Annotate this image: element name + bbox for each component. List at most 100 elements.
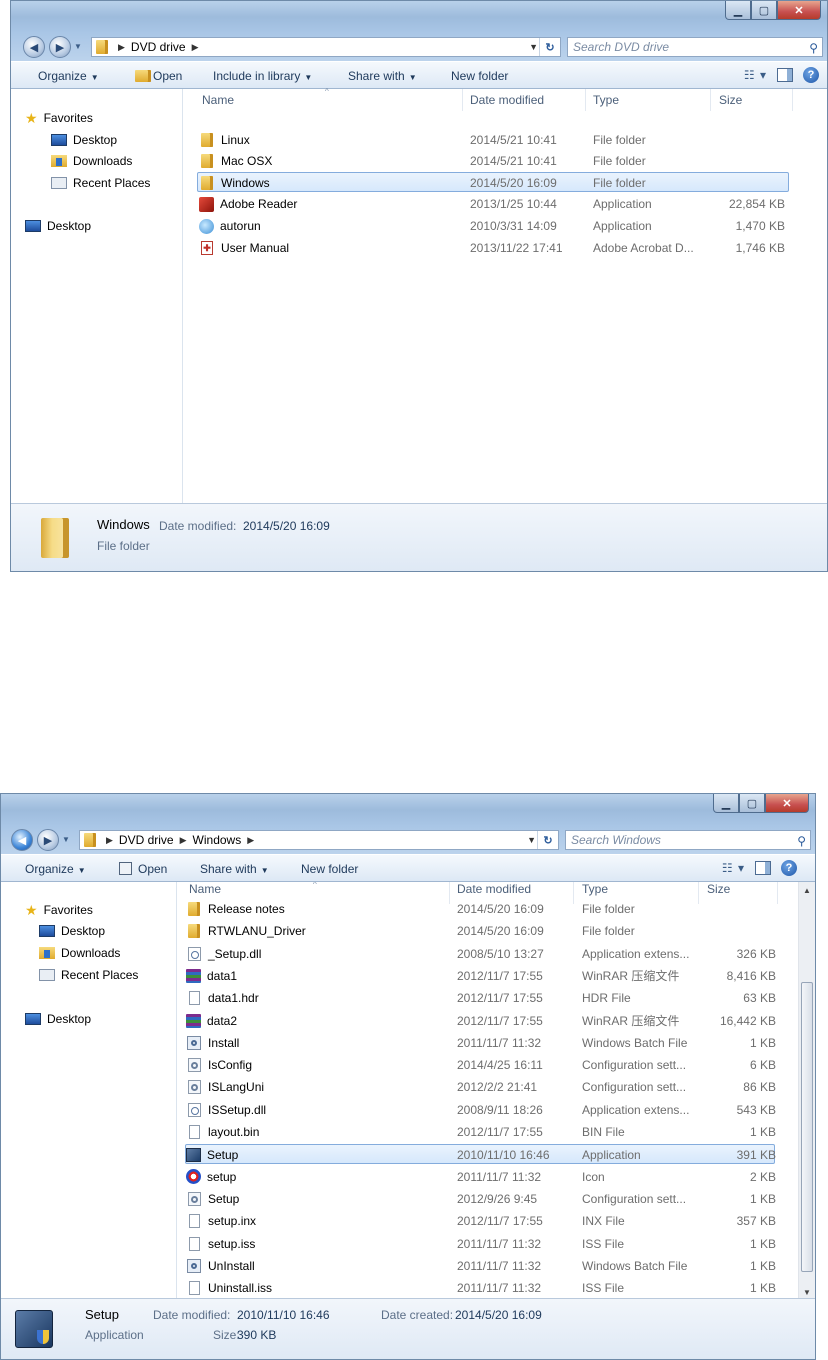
breadcrumb-dvd-drive[interactable]: DVD drive — [119, 833, 174, 847]
organize-button[interactable]: Organize ▼ — [38, 69, 99, 83]
file-row[interactable]: ISLangUni 2012/2/2 21:41 Configuration set… — [186, 1077, 776, 1097]
new-folder-button[interactable]: New folder — [301, 862, 358, 876]
title-bar[interactable]: ▁ ▢ ✕ — [11, 1, 827, 33]
organize-button[interactable]: Organize ▼ — [25, 862, 86, 876]
nav-downloads[interactable]: Downloads — [39, 944, 120, 962]
close-button[interactable]: ✕ — [765, 794, 809, 813]
scrollbar-thumb[interactable] — [801, 982, 813, 1272]
file-row[interactable]: data1 2012/11/7 17:55 WinRAR 压缩文件 8,416 KB — [186, 966, 776, 986]
preview-pane-icon[interactable] — [777, 68, 793, 82]
file-row[interactable]: ISSetup.dll 2008/9/11 18:26 Application ex… — [186, 1100, 776, 1120]
vertical-scrollbar[interactable]: ▲ ▼ — [798, 882, 815, 1300]
back-button[interactable]: ◀ — [23, 36, 45, 58]
search-icon[interactable]: ⚲ — [809, 39, 818, 57]
breadcrumb-windows[interactable]: Windows — [193, 833, 242, 847]
recent-pages-chevron-icon[interactable]: ▼ — [74, 42, 82, 51]
file-row[interactable]: UnInstall 2011/11/7 11:32 Windows Batch Fi… — [186, 1256, 776, 1276]
nav-recent-places[interactable]: Recent Places — [51, 174, 150, 192]
breadcrumb-separator-icon[interactable]: ▶ — [106, 835, 113, 846]
column-header-name[interactable]: Name — [202, 89, 234, 111]
file-row[interactable]: layout.bin 2012/11/7 17:55 BIN File 1 KB — [186, 1122, 776, 1142]
column-header-type[interactable]: Type — [582, 882, 608, 900]
file-row-autorun[interactable]: autorun 2010/3/31 14:09 Application 1,47… — [199, 216, 789, 236]
nav-downloads[interactable]: Downloads — [51, 152, 132, 170]
column-divider[interactable] — [777, 882, 778, 904]
file-row-mac-osx[interactable]: Mac OSX 2014/5/21 10:41 File folder — [199, 151, 789, 171]
file-row[interactable]: Release notes 2014/5/20 16:09 File folder — [186, 899, 776, 919]
file-row[interactable]: Install 2011/11/7 11:32 Windows Batch File… — [186, 1033, 776, 1053]
share-with-label: Share with — [200, 862, 257, 876]
preview-pane-icon[interactable] — [755, 861, 771, 875]
file-date: 2010/3/31 14:09 — [470, 219, 557, 233]
address-bar[interactable]: ▶ DVD drive ▶ ▼ ↻ — [91, 37, 561, 57]
recent-pages-chevron-icon[interactable]: ▼ — [62, 835, 70, 844]
minimize-button[interactable]: ▁ — [725, 1, 751, 20]
new-folder-button[interactable]: New folder — [451, 69, 508, 83]
search-input[interactable]: Search DVD drive ⚲ — [567, 37, 823, 57]
column-header-date-modified[interactable]: Date modified — [470, 89, 544, 111]
nav-desktop[interactable]: Desktop — [51, 131, 117, 149]
minimize-button[interactable]: ▁ — [713, 794, 739, 813]
scroll-up-arrow-icon[interactable]: ▲ — [799, 882, 815, 898]
share-with-button[interactable]: Share with ▼ — [200, 862, 269, 876]
column-divider[interactable] — [585, 89, 586, 111]
address-dropdown-icon[interactable]: ▼ — [529, 38, 538, 56]
column-header-name[interactable]: Name — [189, 882, 221, 900]
help-icon[interactable]: ? — [803, 67, 819, 83]
file-row[interactable]: setup.inx 2012/11/7 17:55 INX File 357 KB — [186, 1211, 776, 1231]
open-button[interactable]: Open — [138, 862, 167, 876]
nav-favorites[interactable]: ★ Favorites — [25, 901, 93, 919]
change-view-icon[interactable]: ☷ ▾ — [744, 68, 767, 82]
nav-favorites[interactable]: ★ Favorites — [25, 109, 93, 127]
close-button[interactable]: ✕ — [777, 1, 821, 20]
file-row[interactable]: Setup 2012/9/26 9:45 Configuration sett...… — [186, 1189, 776, 1209]
nav-desktop-root[interactable]: Desktop — [25, 217, 91, 235]
file-row-windows[interactable]: Windows 2014/5/20 16:09 File folder — [197, 172, 789, 192]
file-row-linux[interactable]: Linux 2014/5/21 10:41 File folder — [199, 130, 789, 150]
help-icon[interactable]: ? — [781, 860, 797, 876]
nav-desktop[interactable]: Desktop — [39, 922, 105, 940]
address-dropdown-icon[interactable]: ▼ — [527, 831, 536, 849]
file-row[interactable]: setup 2011/11/7 11:32 Icon 2 KB — [186, 1167, 776, 1187]
column-header-date-modified[interactable]: Date modified — [457, 882, 531, 900]
file-type: Windows Batch File — [582, 1035, 688, 1050]
file-row[interactable]: Setup 2010/11/10 16:46 Application 391 KB — [185, 1144, 776, 1165]
file-row[interactable]: IsConfig 2014/4/25 16:11 Configuration set… — [186, 1055, 776, 1075]
change-view-icon[interactable]: ☷ ▾ — [722, 861, 745, 875]
file-row-user-manual[interactable]: ✚ User Manual 2013/11/22 17:41 Adobe Acro… — [199, 238, 789, 258]
maximize-button[interactable]: ▢ — [739, 794, 765, 813]
column-header-type[interactable]: Type — [593, 89, 619, 111]
title-bar[interactable]: ▁ ▢ ✕ — [1, 794, 815, 826]
nav-recent-places[interactable]: Recent Places — [39, 966, 138, 984]
breadcrumb-separator-icon[interactable]: ▶ — [180, 835, 187, 846]
forward-button[interactable]: ▶ — [37, 829, 59, 851]
column-divider[interactable] — [462, 89, 463, 111]
back-button[interactable]: ◀ — [11, 829, 33, 851]
forward-button[interactable]: ▶ — [49, 36, 71, 58]
column-divider[interactable] — [792, 89, 793, 111]
file-row[interactable]: RTWLANU_Driver 2014/5/20 16:09 File folder — [186, 921, 776, 941]
file-row[interactable]: setup.iss 2011/11/7 11:32 ISS File 1 KB — [186, 1234, 776, 1254]
refresh-icon[interactable]: ↻ — [537, 831, 558, 849]
breadcrumb-separator-icon[interactable]: ▶ — [192, 42, 199, 53]
column-header-size[interactable]: Size — [719, 89, 742, 111]
column-divider[interactable] — [710, 89, 711, 111]
maximize-button[interactable]: ▢ — [751, 1, 777, 20]
search-input[interactable]: Search Windows ⚲ — [565, 830, 811, 850]
breadcrumb-dvd-drive[interactable]: DVD drive — [131, 40, 186, 54]
open-button[interactable]: Open — [153, 69, 182, 83]
file-row[interactable]: Uninstall.iss 2011/11/7 11:32 ISS File 1 KB — [186, 1278, 776, 1298]
file-row[interactable]: data2 2012/11/7 17:55 WinRAR 压缩文件 16,442 KB — [186, 1011, 776, 1031]
search-icon[interactable]: ⚲ — [797, 832, 806, 850]
file-row-adobe-reader[interactable]: Adobe Reader 2013/1/25 10:44 Application… — [199, 194, 789, 214]
column-header-size[interactable]: Size — [707, 882, 730, 900]
refresh-icon[interactable]: ↻ — [539, 38, 560, 56]
share-with-button[interactable]: Share with ▼ — [348, 69, 417, 83]
file-row[interactable]: data1.hdr 2012/11/7 17:55 HDR File 63 KB — [186, 988, 776, 1008]
breadcrumb-separator-icon[interactable]: ▶ — [247, 835, 254, 846]
file-row[interactable]: _Setup.dll 2008/5/10 13:27 Application ext… — [186, 944, 776, 964]
breadcrumb-separator-icon[interactable]: ▶ — [118, 42, 125, 53]
address-bar[interactable]: ▶ DVD drive ▶ Windows ▶ ▼ ↻ — [79, 830, 559, 850]
include-in-library-button[interactable]: Include in library ▼ — [213, 69, 312, 83]
nav-desktop-root[interactable]: Desktop — [25, 1010, 91, 1028]
